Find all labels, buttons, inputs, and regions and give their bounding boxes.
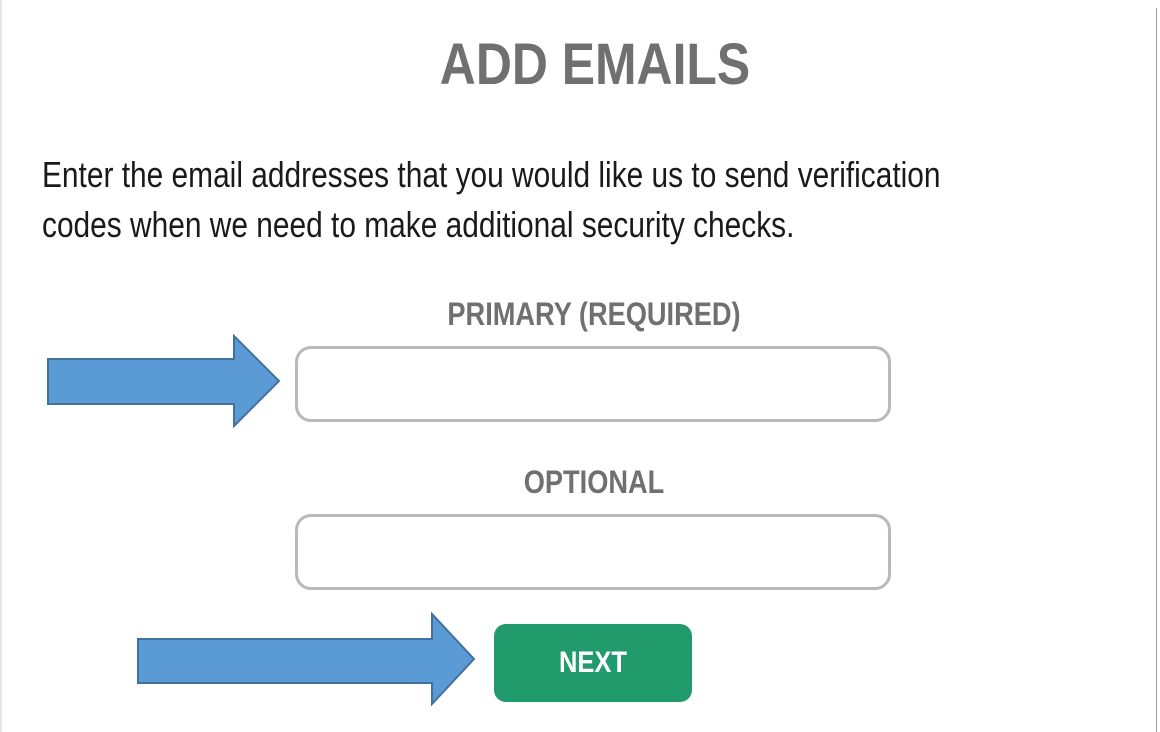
primary-email-input[interactable] — [295, 346, 891, 422]
dialog-frame: ADD EMAILS Enter the email addresses tha… — [0, 0, 1160, 732]
optional-email-label: OPTIONAL — [523, 464, 665, 500]
arrow-right-icon — [47, 334, 281, 428]
instructions-text: Enter the email addresses that you would… — [42, 150, 1038, 250]
instructions-line-1: Enter the email addresses that you would… — [42, 154, 941, 195]
primary-email-label: PRIMARY (REQUIRED) — [447, 296, 741, 332]
next-button[interactable]: NEXT — [494, 624, 692, 702]
frame-border-right — [1156, 8, 1157, 732]
optional-email-input[interactable] — [295, 514, 891, 590]
next-button-label: NEXT — [558, 646, 627, 679]
page-title: ADD EMAILS — [439, 32, 751, 97]
arrow-right-icon — [137, 612, 476, 706]
frame-border-left — [0, 0, 2, 732]
instructions-line-2: codes when we need to make additional se… — [42, 204, 795, 245]
